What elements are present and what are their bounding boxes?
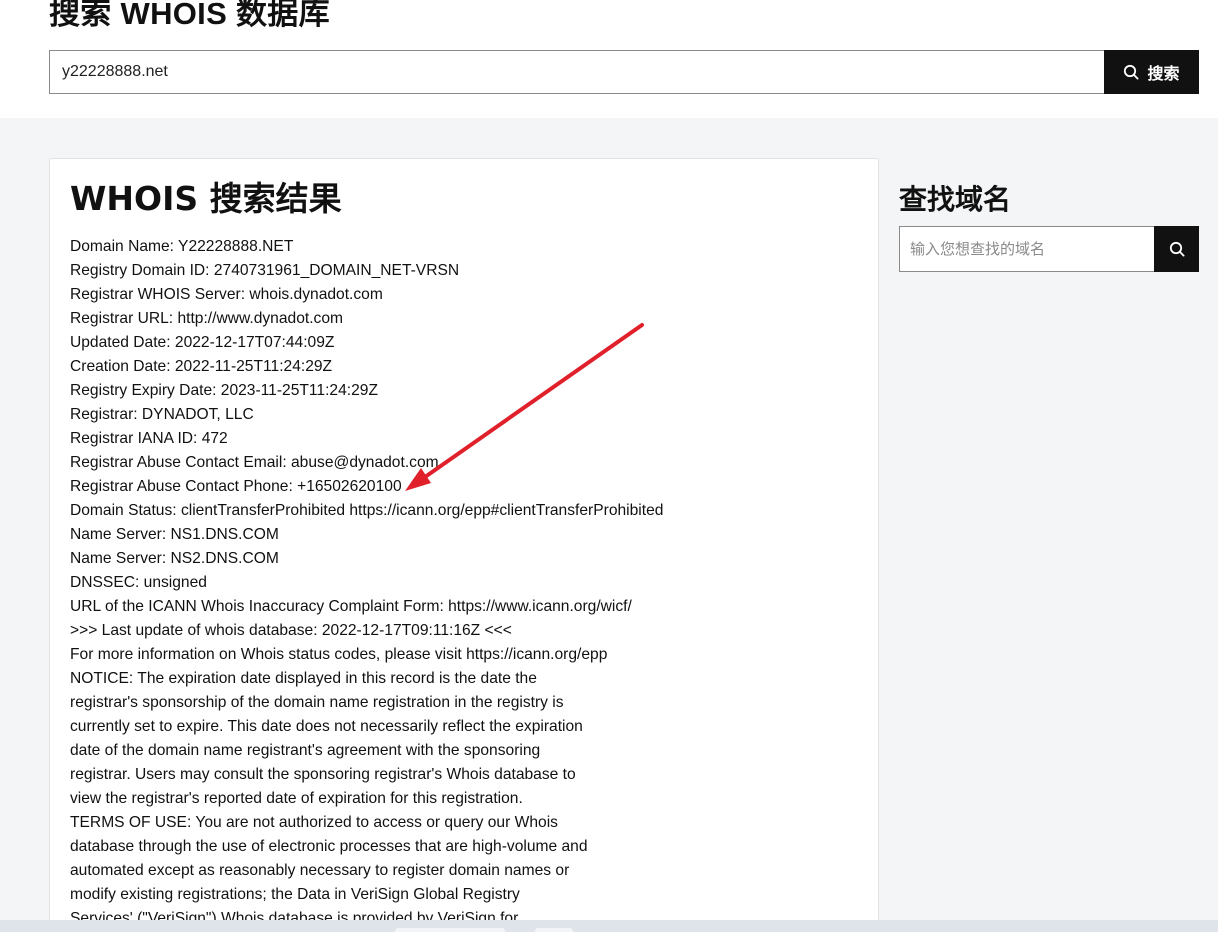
bottom-bar xyxy=(0,920,1218,932)
whois-line: Registrar WHOIS Server: whois.dynadot.co… xyxy=(70,286,383,303)
whois-line: Domain Status: clientTransferProhibited … xyxy=(70,502,664,519)
header-section: 搜索 WHOIS 数据库 搜索 xyxy=(0,0,1218,118)
whois-line: TERMS OF USE: You are not authorized to … xyxy=(70,814,558,831)
results-title: WHOIS 搜索结果 xyxy=(70,179,342,218)
page-title: 搜索 WHOIS 数据库 xyxy=(49,0,330,31)
whois-line: registrar. Users may consult the sponsor… xyxy=(70,766,576,783)
whois-line: Registrar IANA ID: 472 xyxy=(70,430,228,447)
sidebar-title: 查找域名 xyxy=(899,183,1012,216)
whois-line: Registrar Abuse Contact Email: abuse@dyn… xyxy=(70,454,439,471)
whois-search-button[interactable]: 搜索 xyxy=(1104,50,1199,94)
whois-line: Updated Date: 2022-12-17T07:44:09Z xyxy=(70,334,335,351)
domain-search-button[interactable] xyxy=(1154,226,1199,272)
whois-line: DNSSEC: unsigned xyxy=(70,574,207,591)
whois-line: URL of the ICANN Whois Inaccuracy Compla… xyxy=(70,598,632,615)
whois-line: Creation Date: 2022-11-25T11:24:29Z xyxy=(70,358,333,375)
whois-line: >>> Last update of whois database: 2022-… xyxy=(70,622,512,639)
whois-line: automated except as reasonably necessary… xyxy=(70,862,570,879)
whois-line: Name Server: NS1.DNS.COM xyxy=(70,526,279,543)
whois-line: Registry Domain ID: 2740731961_DOMAIN_NE… xyxy=(70,262,460,279)
whois-line: Registry Expiry Date: 2023-11-25T11:24:2… xyxy=(70,382,378,399)
whois-line: registrar's sponsorship of the domain na… xyxy=(70,694,564,711)
whois-record: Domain Name: Y22228888.NET Registry Domai… xyxy=(70,235,850,931)
whois-line: Domain Name: Y22228888.NET xyxy=(70,238,294,255)
taskbar-tab xyxy=(535,928,573,932)
whois-line: view the registrar's reported date of ex… xyxy=(70,790,523,807)
search-button-label: 搜索 xyxy=(1147,64,1180,83)
whois-line: Registrar: DYNADOT, LLC xyxy=(70,406,254,423)
whois-line: database through the use of electronic p… xyxy=(70,838,588,855)
whois-line: modify existing registrations; the Data … xyxy=(70,886,520,903)
whois-line: For more information on Whois status cod… xyxy=(70,646,608,663)
whois-line: date of the domain name registrant's agr… xyxy=(70,742,541,759)
search-icon xyxy=(1123,64,1139,80)
whois-line: Name Server: NS2.DNS.COM xyxy=(70,550,279,567)
whois-line: Registrar URL: http://www.dynadot.com xyxy=(70,310,343,327)
taskbar-tab xyxy=(395,928,505,932)
whois-line: currently set to expire. This date does … xyxy=(70,718,583,735)
whois-search-input[interactable] xyxy=(49,50,1105,94)
whois-results-card: WHOIS 搜索结果 Domain Name: Y22228888.NET Reg… xyxy=(49,158,879,932)
domain-search-input[interactable] xyxy=(899,226,1155,272)
search-icon xyxy=(1169,241,1185,257)
whois-line: Registrar Abuse Contact Phone: +16502620… xyxy=(70,478,402,495)
whois-line: NOTICE: The expiration date displayed in… xyxy=(70,670,537,687)
